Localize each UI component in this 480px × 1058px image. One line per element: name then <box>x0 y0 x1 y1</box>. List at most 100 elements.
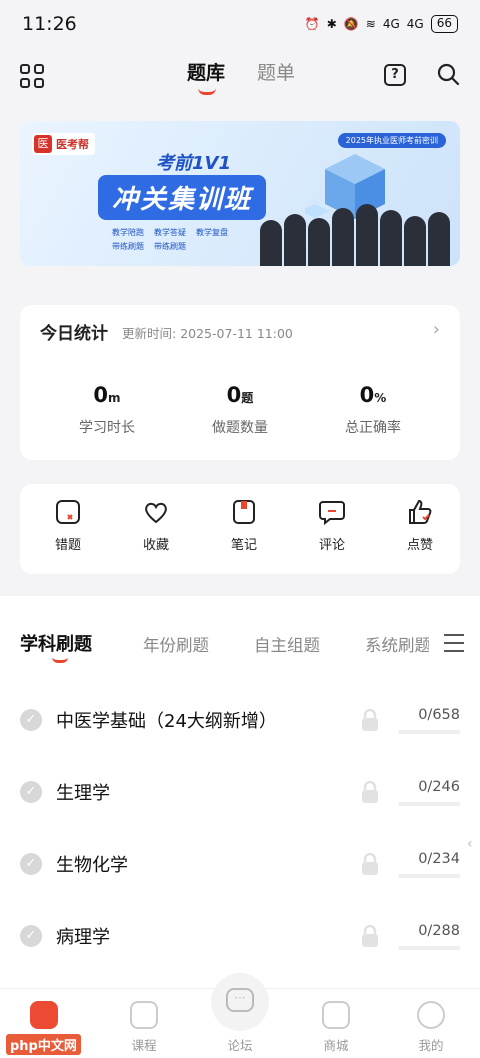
list-item[interactable]: ✓ 病理学 0/288 <box>0 912 480 962</box>
chevron-right-icon[interactable]: › <box>433 319 440 340</box>
action-wrong-questions[interactable]: 错题 <box>38 498 98 553</box>
promo-banner[interactable]: 医 医考帮 2025年执业医师考前密训 考前1V1 冲关集训班 教学陪跑 教学答… <box>20 121 460 266</box>
heart-icon <box>145 502 167 524</box>
subject-progress-bar <box>398 874 460 878</box>
promo-subtitle: 考前1V1 <box>156 153 231 174</box>
bottom-nav-label: 课程 <box>131 1038 157 1053</box>
lock-icon <box>362 924 378 947</box>
action-likes[interactable]: 点赞 <box>390 498 450 553</box>
list-item[interactable]: ✓ 生理学 0/246 <box>0 768 480 818</box>
subject-progress-bar <box>398 802 460 806</box>
stat-value: 0 <box>359 383 375 407</box>
alarm-icon: ⏰ <box>304 17 320 31</box>
menu-icon[interactable] <box>444 634 464 652</box>
promo-title: 冲关集训班 <box>98 175 267 220</box>
action-label: 笔记 <box>230 538 257 553</box>
vibrate-icon: ✱ <box>326 17 337 31</box>
promo-feature: 教学答疑 <box>154 228 186 237</box>
profile-icon <box>417 1001 445 1029</box>
stat-unit: 题 <box>241 391 254 405</box>
quick-actions-card: 错题 收藏 笔记 评论 点赞 <box>20 484 460 574</box>
status-time: 11:26 <box>22 13 77 35</box>
subtab-year[interactable]: 年份刷题 <box>143 632 209 656</box>
subtab-system[interactable]: 系统刷题 <box>365 632 429 656</box>
subtabs-bar: 学科刷题 年份刷题 自主组题 系统刷题 <box>0 624 480 664</box>
subtab-custom[interactable]: 自主组题 <box>254 632 320 656</box>
apps-grid-icon[interactable] <box>20 64 44 88</box>
check-circle-icon: ✓ <box>20 853 42 875</box>
promo-feature: 教学陪跑 <box>112 228 144 237</box>
stat-value: 0 <box>226 383 242 407</box>
question-bank-icon <box>30 1001 58 1029</box>
logo-text: 医考帮 <box>56 138 89 151</box>
side-drawer-handle-icon[interactable]: ‹ <box>467 836 473 852</box>
action-notes[interactable]: 笔记 <box>214 498 274 553</box>
status-icons: ⏰ ✱ 🔕 ≋ 4G 4G 66 <box>305 15 458 33</box>
subject-progress-bar <box>398 730 460 734</box>
brand-logo: 医 医考帮 <box>32 133 95 155</box>
battery-icon: 66 <box>430 15 458 33</box>
mall-icon <box>322 1001 350 1029</box>
subject-count: 0/658 <box>418 707 460 723</box>
bottom-nav-label: 我的 <box>418 1038 444 1053</box>
bottom-nav-label: 商城 <box>323 1038 349 1053</box>
stats-title: 今日统计 <box>40 324 108 344</box>
bottom-nav-forum[interactable]: ··· <box>211 973 269 1031</box>
check-circle-icon: ✓ <box>20 781 42 803</box>
subtab-active-indicator <box>52 657 68 663</box>
promo-feature: 教学复盘 <box>196 228 228 237</box>
action-label: 评论 <box>318 538 345 553</box>
action-label: 收藏 <box>142 538 169 553</box>
stat-question-count: 0题 做题数量 <box>180 383 300 437</box>
stat-label: 学习时长 <box>79 420 135 436</box>
subtab-subject[interactable]: 学科刷题 <box>20 630 92 656</box>
status-bar: 11:26 ⏰ ✱ 🔕 ≋ 4G 4G 66 <box>0 0 480 48</box>
action-label: 错题 <box>54 538 81 553</box>
subject-name: 病理学 <box>56 927 110 948</box>
promo-tag: 2025年执业医师考前密训 <box>337 133 446 148</box>
mute-icon: 🔕 <box>343 17 359 31</box>
wrong-questions-icon <box>56 500 80 524</box>
signal-1-icon: 4G <box>382 17 400 31</box>
search-icon[interactable] <box>436 62 460 86</box>
tab-question-bank[interactable]: 题库 <box>187 58 225 85</box>
stat-value: 0 <box>93 383 109 407</box>
bottom-nav-mall[interactable]: 商城 <box>306 1001 366 1054</box>
stat-accuracy: 0% 总正确率 <box>313 383 433 437</box>
top-section: 11:26 ⏰ ✱ 🔕 ≋ 4G 4G 66 题库 题单 ? 医 医考帮 202… <box>0 0 480 590</box>
stat-unit: m <box>108 391 121 405</box>
top-nav: 题库 题单 ? <box>0 52 480 102</box>
subject-count: 0/234 <box>418 851 460 867</box>
comment-icon <box>319 501 345 526</box>
thumbs-up-icon <box>409 499 432 524</box>
list-item[interactable]: ✓ 生物化学 0/234 <box>0 840 480 890</box>
teachers-photo <box>260 199 450 266</box>
subject-name: 生理学 <box>56 783 110 804</box>
subject-count: 0/288 <box>418 923 460 939</box>
stat-study-time: 0m 学习时长 <box>47 383 167 437</box>
check-circle-icon: ✓ <box>20 925 42 947</box>
stats-update-label: 更新时间: <box>122 326 177 341</box>
action-comments[interactable]: 评论 <box>302 498 362 553</box>
bottom-nav-label: 论坛 <box>227 1038 253 1053</box>
wifi-icon: ≋ <box>365 17 376 31</box>
bottom-nav-profile[interactable]: 我的 <box>401 1001 461 1054</box>
stats-update-time: 2025-07-11 11:00 <box>180 326 293 341</box>
stats-update: 更新时间: 2025-07-11 11:00 <box>122 323 293 342</box>
subject-count: 0/246 <box>418 779 460 795</box>
tab-question-list[interactable]: 题单 <box>257 58 295 85</box>
help-icon[interactable]: ? <box>384 64 406 86</box>
today-stats-card[interactable]: 今日统计 更新时间: 2025-07-11 11:00 › 0m 学习时长 0题… <box>20 305 460 460</box>
subject-progress-bar <box>398 946 460 950</box>
watermark: php中文网 <box>6 1034 81 1055</box>
action-label: 点赞 <box>406 538 433 553</box>
action-favorites[interactable]: 收藏 <box>126 498 186 553</box>
stat-unit: % <box>374 391 387 405</box>
subject-name: 生物化学 <box>56 855 128 876</box>
list-item[interactable]: ✓ 中医学基础（24大纲新增） 0/658 <box>0 696 480 746</box>
logo-mark: 医 <box>34 135 52 153</box>
forum-icon: ··· <box>226 988 254 1012</box>
bottom-nav-courses[interactable]: 课程 <box>114 1001 174 1054</box>
promo-feature: 带练刷题 <box>154 242 186 251</box>
lock-icon <box>362 852 378 875</box>
